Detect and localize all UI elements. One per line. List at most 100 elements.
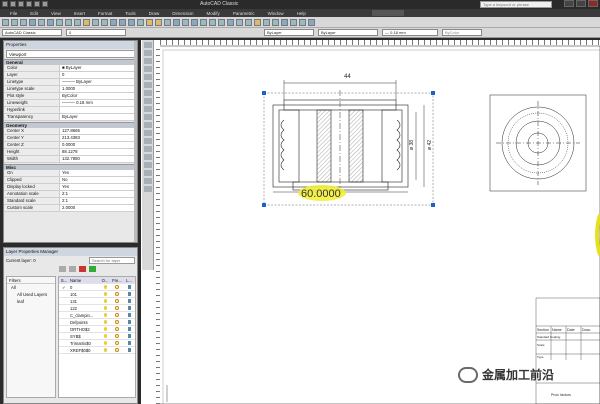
dim-angular-icon[interactable] [254, 18, 261, 26]
maximize-button[interactable] [576, 0, 586, 7]
menu-help[interactable]: Help [297, 11, 306, 16]
layer-row[interactable]: ✔ 0 [59, 284, 135, 291]
new-file-icon[interactable] [2, 18, 9, 26]
menu-edit[interactable]: Edit [30, 11, 38, 16]
filter-all-used[interactable]: All Used Layers [7, 291, 55, 298]
open-file-icon[interactable] [11, 18, 18, 26]
on-bulb-icon[interactable] [103, 299, 107, 303]
layer-row[interactable]: XREF$0$0 [59, 347, 135, 354]
property-row-annotation-scale[interactable]: Annotation scale 2:1 [4, 191, 137, 198]
linetype-dropdown[interactable]: ByLayer [318, 29, 378, 36]
new-icon[interactable] [10, 1, 16, 7]
property-row-hyperlink[interactable]: Hyperlink [4, 107, 137, 114]
zoom-window-icon[interactable] [128, 18, 135, 26]
property-row-plot-style[interactable]: Plot style ByColor [4, 93, 137, 100]
design-center-icon[interactable] [155, 18, 162, 26]
circle-icon[interactable] [143, 90, 152, 96]
tool-palettes-icon[interactable] [164, 18, 171, 26]
sheet-set-icon[interactable] [173, 18, 180, 26]
table-icon[interactable] [143, 178, 152, 184]
unlock-icon[interactable] [127, 292, 131, 296]
undo-tool-icon[interactable] [92, 18, 99, 26]
insert-block-icon[interactable] [143, 130, 152, 136]
grip-bottom-left[interactable] [262, 203, 266, 207]
layer-row[interactable]: SYB$ [59, 333, 135, 340]
revision-cloud-icon[interactable] [143, 98, 152, 104]
menu-parametric[interactable]: Parametric [233, 11, 255, 16]
thaw-sun-icon[interactable] [115, 348, 119, 352]
col-status[interactable]: S... [59, 277, 69, 283]
dim-right-text-a[interactable]: ø 42 [427, 140, 433, 150]
pan-icon[interactable] [110, 18, 117, 26]
unlock-icon[interactable] [127, 348, 131, 352]
line-tool-icon[interactable] [143, 42, 152, 48]
on-bulb-icon[interactable] [103, 320, 107, 324]
tolerance-icon[interactable] [281, 18, 288, 26]
filter-leaf[interactable]: leaf [7, 298, 55, 305]
new-layer-vp-frozen-icon[interactable] [69, 266, 76, 272]
delete-layer-icon[interactable] [79, 266, 86, 272]
thaw-sun-icon[interactable] [115, 334, 119, 338]
col-on[interactable]: O... [99, 277, 111, 283]
dim-style-icon[interactable] [308, 18, 315, 26]
polygon-icon[interactable] [143, 66, 152, 72]
new-layer-icon[interactable] [59, 266, 66, 272]
layer-row[interactable]: Defpoints [59, 319, 135, 326]
on-bulb-icon[interactable] [103, 306, 107, 310]
plot-preview-icon[interactable] [38, 18, 45, 26]
publish-icon[interactable] [47, 18, 54, 26]
on-bulb-icon[interactable] [103, 292, 107, 296]
layer-row[interactable]: 131 [59, 298, 135, 305]
workspace-dropdown[interactable]: AutoCAD Classic [2, 29, 62, 36]
dim-top-text[interactable]: 44 [344, 74, 351, 80]
layer-search-input[interactable]: Search for layer [89, 257, 135, 264]
paste-icon[interactable] [74, 18, 81, 26]
property-row-display-locked[interactable]: Display locked Yes [4, 184, 137, 191]
unlock-icon[interactable] [127, 320, 131, 324]
col-freeze[interactable]: Fre... [111, 277, 123, 283]
undo-icon[interactable] [34, 1, 40, 7]
palette-side-strip[interactable] [134, 41, 137, 242]
region-icon[interactable] [143, 170, 152, 176]
dim-edit-icon[interactable] [299, 18, 306, 26]
center-mark-icon[interactable] [290, 18, 297, 26]
rectangle-icon[interactable] [143, 74, 152, 80]
grip-top-left[interactable] [262, 91, 266, 95]
property-row-center-x[interactable]: Center X 127.8665 [4, 128, 137, 135]
quickcalc-icon[interactable] [191, 18, 198, 26]
property-row-custom-scale[interactable]: Custom scale 2.0000 [4, 205, 137, 212]
multiline-text-icon[interactable] [143, 186, 152, 192]
cut-icon[interactable] [56, 18, 63, 26]
dim-aligned-icon[interactable] [218, 18, 225, 26]
menu-dimension[interactable]: Dimension [172, 11, 193, 16]
layer-row[interactable]: C_clampin... [59, 312, 135, 319]
dim-radius-icon[interactable] [236, 18, 243, 26]
redo-tool-icon[interactable] [101, 18, 108, 26]
menu-file[interactable]: File [10, 11, 17, 16]
unlock-icon[interactable] [127, 334, 131, 338]
property-row-width[interactable]: Width 132.7880 [4, 156, 137, 163]
grip-top-right[interactable] [431, 91, 435, 95]
match-properties-icon[interactable] [83, 18, 90, 26]
menu-draw[interactable]: Draw [149, 11, 160, 16]
dim-right-text-b[interactable]: ø 38 [409, 140, 415, 150]
thaw-sun-icon[interactable] [115, 292, 119, 296]
filter-all[interactable]: All [7, 284, 55, 291]
thaw-sun-icon[interactable] [115, 320, 119, 324]
property-row-standard-scale[interactable]: Standard scale 2:1 [4, 198, 137, 205]
unlock-icon[interactable] [127, 341, 131, 345]
property-row-linetype-scale[interactable]: Linetype scale 1.0000 [4, 86, 137, 93]
property-row-center-z[interactable]: Center Z 0.0000 [4, 142, 137, 149]
object-type-dropdown[interactable]: Viewport [6, 50, 135, 58]
unlock-icon[interactable] [127, 327, 131, 331]
thaw-sun-icon[interactable] [115, 285, 119, 289]
menu-insert[interactable]: Insert [74, 11, 85, 16]
menu-view[interactable]: View [51, 11, 61, 16]
property-row-clipped[interactable]: Clipped No [4, 177, 137, 184]
property-row-linetype[interactable]: Linetype ——— ByLayer [4, 79, 137, 86]
dim-baseline-icon[interactable] [263, 18, 270, 26]
grip-bottom-right[interactable] [431, 203, 435, 207]
ellipse-icon[interactable] [143, 114, 152, 120]
on-bulb-icon[interactable] [103, 313, 107, 317]
gradient-icon[interactable] [143, 162, 152, 168]
